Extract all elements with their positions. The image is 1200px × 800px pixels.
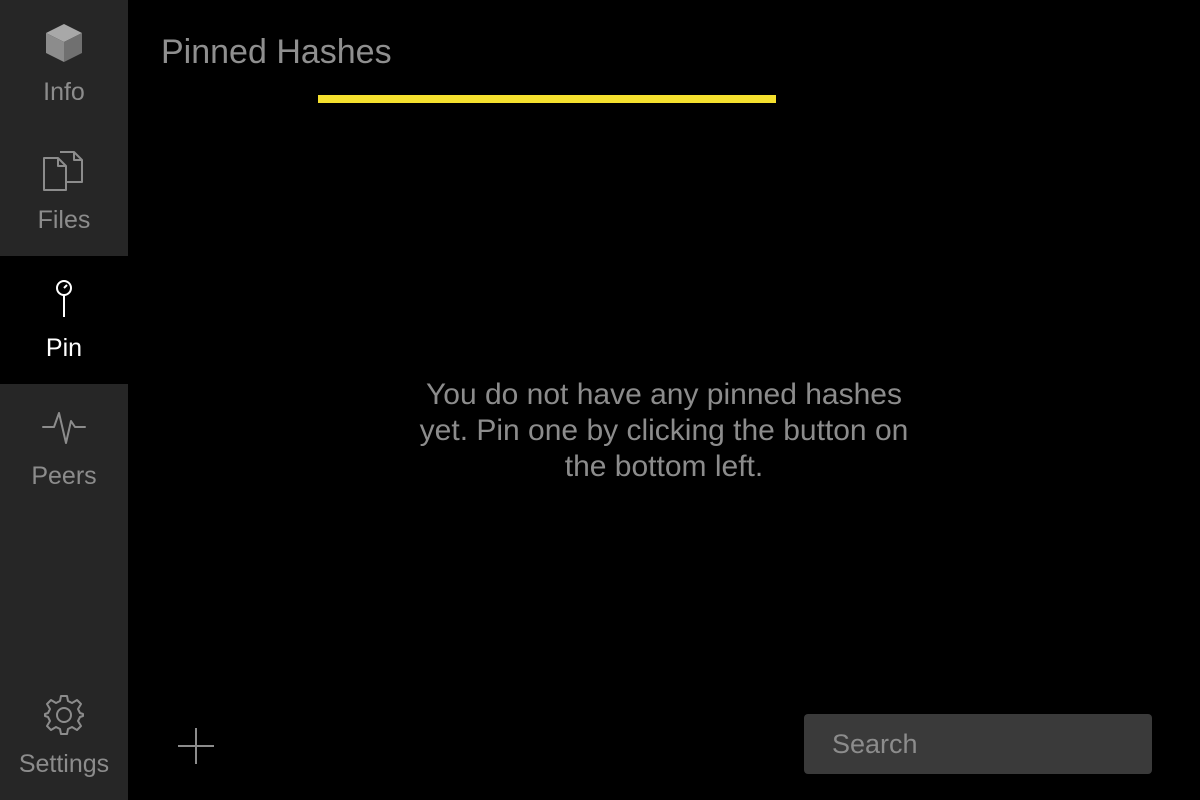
- sidebar-item-info[interactable]: Info: [0, 0, 128, 128]
- pin-icon: [0, 276, 128, 322]
- plus-icon: [177, 727, 215, 770]
- app-window: Info Files Pin Peers Settings Pinned Has…: [0, 0, 1200, 800]
- search-input[interactable]: [804, 714, 1152, 774]
- sidebar-item-settings[interactable]: Settings: [0, 672, 128, 800]
- sidebar-item-label: Info: [43, 78, 85, 106]
- empty-state-message: You do not have any pinned hashes yet. P…: [419, 378, 909, 483]
- cube-icon: [0, 20, 128, 66]
- sidebar-item-label: Peers: [31, 462, 97, 490]
- sidebar-item-label: Files: [37, 206, 91, 234]
- files-icon: [0, 148, 128, 194]
- sidebar-item-label: Settings: [18, 750, 110, 778]
- sidebar: Info Files Pin Peers Settings: [0, 0, 128, 800]
- page-title: Pinned Hashes: [161, 33, 392, 71]
- sidebar-item-label: Pin: [45, 334, 83, 362]
- loading-progress-bar: [318, 95, 776, 103]
- sidebar-item-peers[interactable]: Peers: [0, 384, 128, 512]
- sidebar-item-files[interactable]: Files: [0, 128, 128, 256]
- pulse-icon: [0, 404, 128, 450]
- sidebar-item-pin[interactable]: Pin: [0, 256, 128, 384]
- gear-icon: [0, 692, 128, 738]
- progress-fill: [318, 95, 776, 103]
- add-pin-button[interactable]: [172, 724, 220, 772]
